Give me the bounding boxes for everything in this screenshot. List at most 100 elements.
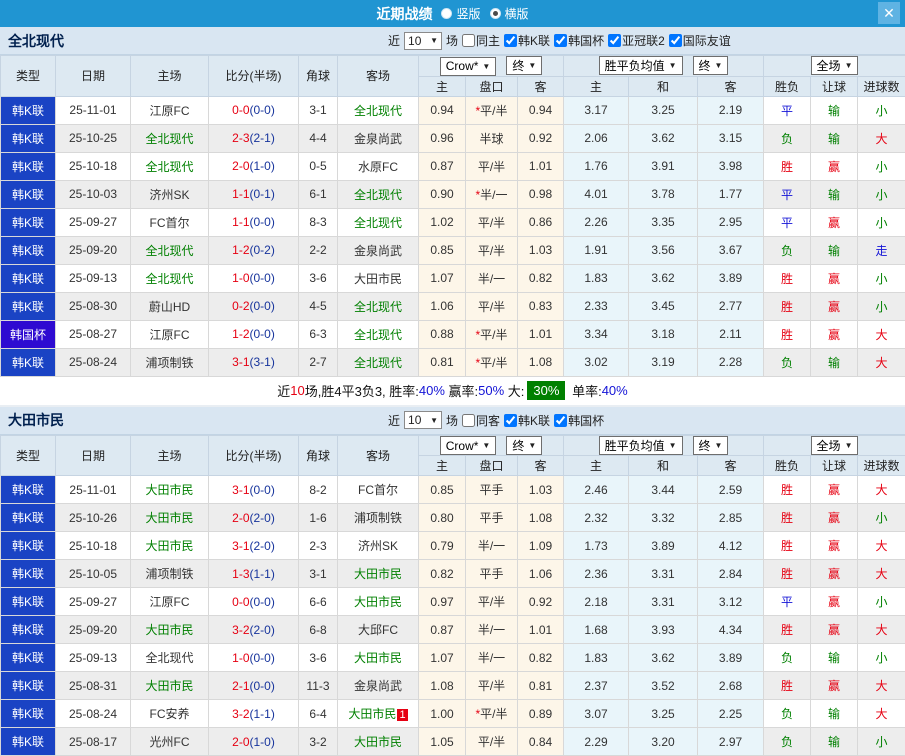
handicap-group-header: Crow*▼ 终▼ [419, 56, 564, 77]
odds-away-cell: 1.08 [518, 348, 564, 376]
avg-select[interactable]: 胜平负均值▼ [599, 436, 683, 455]
goals-result: 走 [876, 244, 888, 258]
checkbox-icon[interactable] [462, 34, 475, 47]
result-group-header: 全场▼ [764, 435, 905, 456]
date-cell: 25-09-20 [56, 616, 131, 644]
table-row: 韩K联25-09-27FC首尔1-1(0-0)8-3全北现代1.02平/半0.8… [1, 208, 905, 236]
avg-final-select[interactable]: 终▼ [693, 436, 729, 455]
result-group-header: 全场▼ [764, 56, 905, 77]
checkbox-icon[interactable] [554, 414, 567, 427]
filter-checkbox[interactable]: 同客 [462, 412, 500, 429]
handicap-result-cell: 赢 [811, 672, 858, 700]
league-cell: 韩K联 [1, 560, 56, 588]
fulltime-select[interactable]: 全场▼ [811, 436, 859, 455]
avg-away-cell: 2.19 [698, 96, 764, 124]
avg-final-select[interactable]: 终▼ [693, 56, 729, 75]
filter-bar: 近 10 ▼ 场 同客韩K联韩国杯 [388, 411, 604, 429]
odds-away-cell: 1.08 [518, 504, 564, 532]
date-cell: 25-11-01 [56, 96, 131, 124]
halftime-score: (1-0) [250, 159, 275, 173]
bookmaker-select[interactable]: Crow*▼ [440, 436, 497, 455]
wdl-result: 平 [781, 188, 793, 202]
table-row: 韩国杯25-08-27江原FC1-2(0-0)6-3全北现代0.88*平/半1.… [1, 320, 905, 348]
handicap-result-cell: 赢 [811, 320, 858, 348]
summary-segment: 40% [419, 383, 445, 398]
home-team-cell: 全北现代 [131, 152, 209, 180]
fulltime-score: 3-1 [232, 355, 249, 369]
avg-away-cell: 2.28 [698, 348, 764, 376]
checkbox-icon[interactable] [504, 414, 517, 427]
filter-checkbox[interactable]: 亚冠联2 [608, 32, 665, 49]
filter-checkbox[interactable]: 韩国杯 [554, 32, 604, 49]
view-radio-horizontal[interactable]: 横版 [490, 5, 529, 22]
filter-checkbox[interactable]: 韩K联 [504, 412, 550, 429]
fulltime-select[interactable]: 全场▼ [811, 56, 859, 75]
view-radio-vertical[interactable]: 竖版 [441, 5, 480, 22]
fulltime-score: 3-1 [232, 483, 249, 497]
avg-home-cell: 2.26 [564, 208, 629, 236]
filter-label: 韩K联 [518, 412, 550, 429]
team-title: 大田市民 [8, 410, 64, 430]
checkbox-icon[interactable] [669, 34, 682, 47]
fulltime-score: 0-2 [232, 299, 249, 313]
games-label: 场 [446, 412, 458, 429]
filter-checkbox[interactable]: 韩国杯 [554, 412, 604, 429]
odds-away-cell: 0.82 [518, 644, 564, 672]
avg-home-cell: 2.06 [564, 124, 629, 152]
home-team-name: 全北现代 [145, 651, 193, 665]
col-avg-home: 主 [564, 456, 629, 476]
checkbox-icon[interactable] [462, 414, 475, 427]
odds-home-cell: 1.02 [419, 208, 466, 236]
wdl-result: 负 [781, 244, 793, 258]
date-cell: 25-10-25 [56, 124, 131, 152]
corner-cell: 2-3 [299, 532, 338, 560]
bookmaker-select[interactable]: Crow*▼ [440, 57, 497, 76]
score-cell: 2-0(1-0) [209, 152, 299, 180]
filter-label: 同主 [476, 32, 500, 49]
odds-home-cell: 0.97 [419, 588, 466, 616]
bookmaker-final-select[interactable]: 终▼ [506, 436, 542, 455]
score-cell: 1-2(0-0) [209, 320, 299, 348]
checkbox-icon[interactable] [504, 34, 517, 47]
filter-checkbox[interactable]: 国际友谊 [669, 32, 731, 49]
table-row: 韩K联25-11-01江原FC0-0(0-0)3-1全北现代0.94*平/半0.… [1, 96, 905, 124]
filter-checkbox[interactable]: 同主 [462, 32, 500, 49]
home-team-name: 济州SK [149, 188, 189, 202]
fulltime-score: 0-0 [232, 103, 249, 117]
match-count-select[interactable]: 10 ▼ [404, 32, 442, 50]
col-score: 比分(半场) [209, 435, 299, 476]
filter-checkbox[interactable]: 韩K联 [504, 32, 550, 49]
date-cell: 25-11-01 [56, 476, 131, 504]
handicap-result: 输 [828, 356, 840, 370]
handicap-text: 平/半 [480, 707, 507, 721]
col-odds-home: 主 [419, 76, 466, 96]
away-team-name: 全北现代 [354, 216, 402, 230]
away-team-name: 全北现代 [354, 188, 402, 202]
avg-home-cell: 2.29 [564, 728, 629, 756]
goals-result-cell: 小 [858, 180, 905, 208]
home-team-cell: 济州SK [131, 180, 209, 208]
table-row: 韩K联25-09-13全北现代1-0(0-0)3-6大田市民1.07半/一0.8… [1, 264, 905, 292]
handicap-text: 半/一 [478, 651, 505, 665]
wdl-result: 胜 [781, 300, 793, 314]
avg-away-cell: 2.59 [698, 476, 764, 504]
col-avg-draw: 和 [629, 456, 698, 476]
score-cell: 3-1(3-1) [209, 348, 299, 376]
goals-result: 大 [876, 132, 888, 146]
table-row: 韩K联25-09-27江原FC0-0(0-0)6-6大田市民0.97平/半0.9… [1, 588, 905, 616]
date-cell: 25-10-03 [56, 180, 131, 208]
avg-away-cell: 2.85 [698, 504, 764, 532]
handicap-cell: 平/半 [466, 728, 518, 756]
handicap-cell: 半/一 [466, 532, 518, 560]
col-avg-home: 主 [564, 76, 629, 96]
odds-away-cell: 1.01 [518, 616, 564, 644]
bookmaker-final-select[interactable]: 终▼ [506, 56, 542, 75]
col-type: 类型 [1, 435, 56, 476]
away-team-name: 大田市民 [354, 595, 402, 609]
checkbox-icon[interactable] [608, 34, 621, 47]
checkbox-icon[interactable] [554, 34, 567, 47]
match-count-select[interactable]: 10 ▼ [404, 411, 442, 429]
avg-home-cell: 1.83 [564, 264, 629, 292]
close-button[interactable]: ✕ [878, 2, 900, 24]
avg-select[interactable]: 胜平负均值▼ [599, 56, 683, 75]
